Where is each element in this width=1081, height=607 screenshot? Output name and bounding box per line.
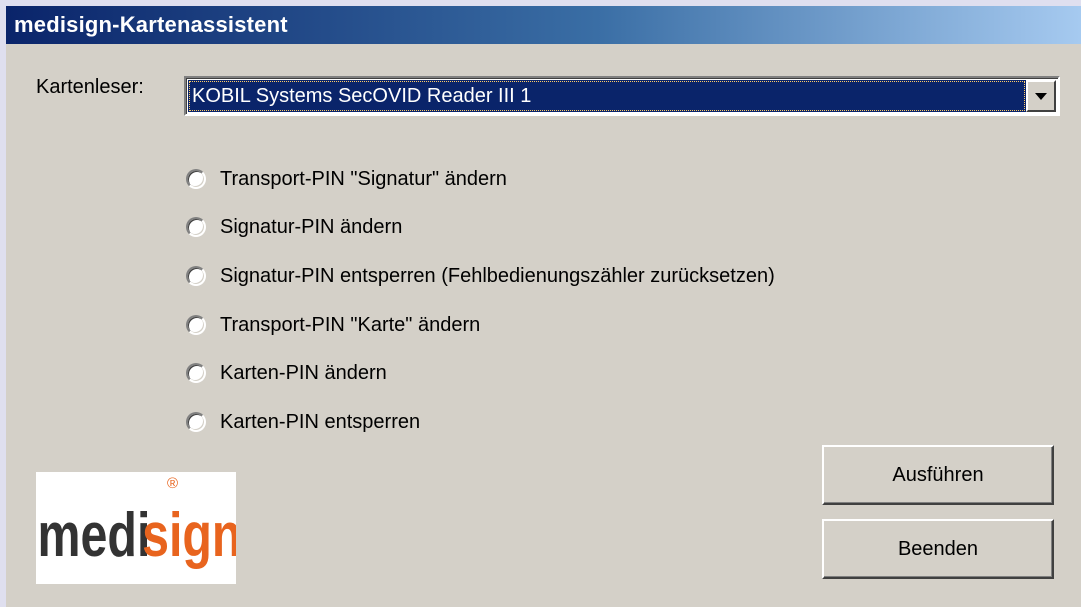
radio-button[interactable] bbox=[186, 217, 206, 237]
registered-mark: ® bbox=[167, 475, 178, 492]
medisign-logo-graphic: medi sign ® bbox=[38, 475, 236, 569]
option-label: Karten-PIN ändern bbox=[220, 361, 387, 384]
dropdown-button[interactable] bbox=[1026, 80, 1056, 112]
logo-text-sign: sign bbox=[142, 500, 236, 569]
option-label: Transport-PIN "Karte" ändern bbox=[220, 313, 481, 336]
card-reader-selected-value[interactable]: KOBIL Systems SecOVID Reader III 1 bbox=[188, 80, 1026, 112]
execute-button[interactable]: Ausführen bbox=[822, 445, 1054, 505]
radio-button[interactable] bbox=[186, 315, 206, 335]
radio-button[interactable] bbox=[186, 266, 206, 286]
option-transport-pin-karte[interactable]: Transport-PIN "Karte" ändern bbox=[186, 310, 480, 340]
option-label: Signatur-PIN ändern bbox=[220, 215, 403, 238]
quit-button[interactable]: Beenden bbox=[822, 519, 1054, 579]
radio-button[interactable] bbox=[186, 169, 206, 189]
option-signatur-pin-entsperren[interactable]: Signatur-PIN entsperren (Fehlbedienungsz… bbox=[186, 261, 775, 291]
option-label: Signatur-PIN entsperren (Fehlbedienungsz… bbox=[220, 264, 775, 287]
radio-button[interactable] bbox=[186, 412, 206, 432]
logo-text-medi: medi bbox=[38, 500, 151, 569]
card-reader-select[interactable]: KOBIL Systems SecOVID Reader III 1 bbox=[184, 76, 1060, 116]
dialog-window: medisign-Kartenassistent Kartenleser: KO… bbox=[0, 0, 1081, 607]
option-signatur-pin-aendern[interactable]: Signatur-PIN ändern bbox=[186, 212, 402, 242]
option-label: Transport-PIN "Signatur" ändern bbox=[220, 167, 507, 190]
window-title: medisign-Kartenassistent bbox=[14, 12, 288, 37]
card-reader-label: Kartenleser: bbox=[36, 76, 144, 98]
title-bar[interactable]: medisign-Kartenassistent bbox=[6, 6, 1081, 44]
option-label: Karten-PIN entsperren bbox=[220, 410, 421, 433]
option-karten-pin-aendern[interactable]: Karten-PIN ändern bbox=[186, 358, 387, 388]
radio-button[interactable] bbox=[186, 363, 206, 383]
option-transport-pin-signatur[interactable]: Transport-PIN "Signatur" ändern bbox=[186, 164, 507, 194]
medisign-logo: medi sign ® bbox=[36, 472, 236, 584]
chevron-down-icon bbox=[1035, 92, 1047, 100]
option-karten-pin-entsperren[interactable]: Karten-PIN entsperren bbox=[186, 407, 420, 437]
